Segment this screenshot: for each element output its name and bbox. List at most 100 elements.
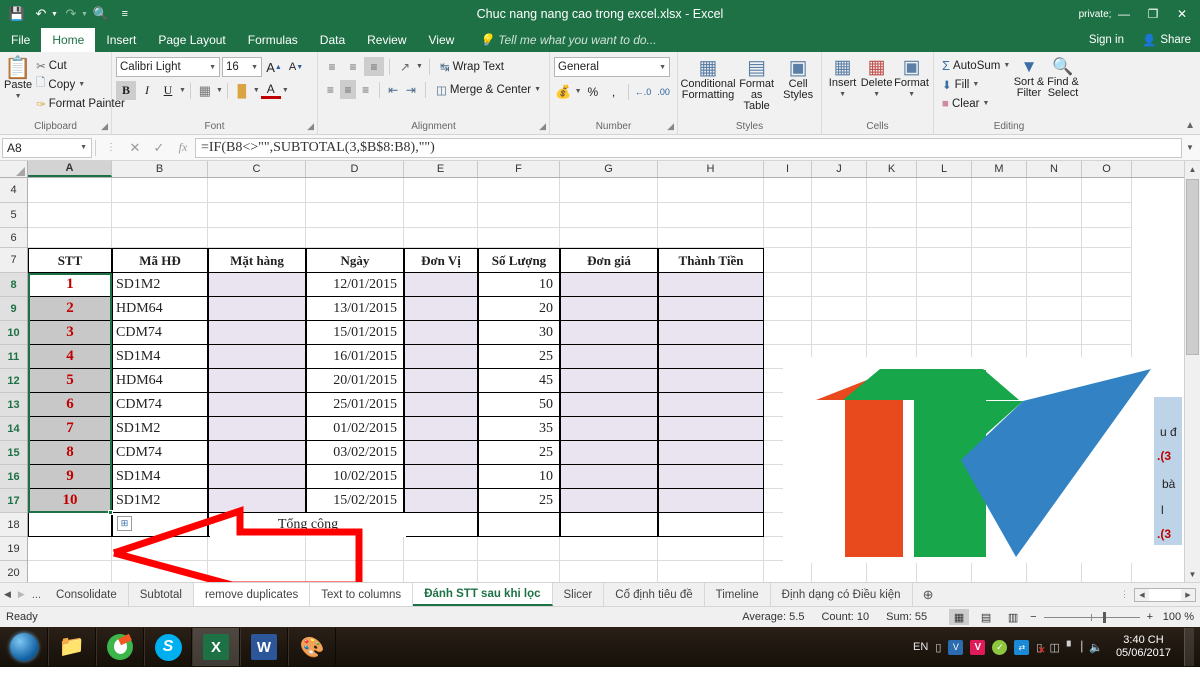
cell-J7[interactable] [812,248,867,273]
cell-G4[interactable] [560,178,658,203]
column-title-cell[interactable]: Đơn giá [560,248,658,273]
cell-N6[interactable] [1027,228,1082,248]
cell-L9[interactable] [917,297,972,321]
cell-D5[interactable] [306,203,404,228]
ribbon-display-options-icon[interactable]: private; [1079,1,1112,27]
cell-I4[interactable] [764,178,812,203]
insert-dropdown-icon[interactable]: ▼ [839,89,846,100]
zoom-level[interactable]: 100 % [1160,611,1194,623]
row-header-4[interactable]: 4 [0,178,27,203]
cell-G17[interactable] [560,489,658,513]
currency-icon[interactable]: 💰 [554,82,573,101]
cell-B15[interactable]: CDM74 [112,441,208,465]
cell-F14[interactable]: 35 [478,417,560,441]
cell-H6[interactable] [658,228,764,248]
cell-N9[interactable] [1027,297,1082,321]
cell-N5[interactable] [1027,203,1082,228]
restore-button[interactable]: ❐ [1139,1,1167,27]
cell-C14[interactable] [208,417,306,441]
column-title-cell[interactable]: STT [28,248,112,273]
column-title-cell[interactable]: Đơn Vị [404,248,478,273]
cell-H16[interactable] [658,465,764,489]
cell-C15[interactable] [208,441,306,465]
save-icon[interactable]: 💾 [6,3,28,25]
cell-G6[interactable] [560,228,658,248]
autosum-button[interactable]: Σ AutoSum ▼ [938,56,1012,75]
underline-button[interactable]: U [158,81,178,100]
row-header-7[interactable]: 7 [0,248,27,273]
format-cells-button[interactable]: ▣ Format ▼ [894,55,929,100]
cell-E16[interactable] [404,465,478,489]
decrease-indent-icon[interactable]: ⇤ [385,80,402,99]
cell-H10[interactable] [658,321,764,345]
fill-dropdown-icon[interactable]: ▼ [972,81,979,88]
cell-M10[interactable] [972,321,1027,345]
cell-M5[interactable] [972,203,1027,228]
cell-B11[interactable]: SD1M4 [112,345,208,369]
cell-J10[interactable] [812,321,867,345]
page-layout-view-icon[interactable]: ▤ [976,609,996,625]
column-header-J[interactable]: J [812,161,867,177]
sheet-next-icon[interactable]: ▶ [18,589,25,600]
cell-F9[interactable]: 20 [478,297,560,321]
show-desktop-button[interactable] [1184,628,1194,666]
zoom-slider[interactable] [1043,610,1140,624]
close-button[interactable]: ✕ [1168,1,1196,27]
cell-H9[interactable] [658,297,764,321]
cell-G14[interactable] [560,417,658,441]
cell-O20[interactable] [1082,561,1132,582]
cell-D11[interactable]: 16/01/2015 [306,345,404,369]
total-label-cell[interactable]: Tổng cộng [210,513,406,537]
cell-A10[interactable]: 3 [28,321,112,345]
cell-L10[interactable] [917,321,972,345]
cell-H14[interactable] [658,417,764,441]
cell-F4[interactable] [478,178,560,203]
teamviewer-icon[interactable]: ⇄ [1014,639,1030,655]
cell-A9[interactable]: 2 [28,297,112,321]
cell-F8[interactable]: 10 [478,273,560,297]
cell-A15[interactable]: 8 [28,441,112,465]
sheet-tab-co-dinh-tieu-de[interactable]: Cố định tiêu đề [604,583,705,606]
cell-M6[interactable] [972,228,1027,248]
row-header-17[interactable]: 17 [0,489,27,513]
cell-C9[interactable] [208,297,306,321]
antivirus-icon[interactable]: ✓ [992,639,1008,655]
align-top-icon[interactable]: ≡ [322,57,342,76]
cell-H15[interactable] [658,441,764,465]
cell-F13[interactable]: 50 [478,393,560,417]
cell-L20[interactable] [917,561,972,582]
delete-dropdown-icon[interactable]: ▼ [873,89,880,100]
cell-A11[interactable]: 4 [28,345,112,369]
cell-K7[interactable] [867,248,917,273]
decrease-font-size-icon[interactable]: A ▼ [286,58,306,77]
language-indicator[interactable]: EN [913,641,928,653]
normal-view-icon[interactable]: ▦ [949,609,970,625]
cell-K8[interactable] [867,273,917,297]
clear-dropdown-icon[interactable]: ▼ [982,100,989,107]
row-header-9[interactable]: 9 [0,297,27,321]
insert-function-icon[interactable]: fx [171,138,195,158]
insert-cells-button[interactable]: ▦ Insert ▼ [826,55,859,100]
select-all-corner[interactable] [0,161,28,177]
cell-O9[interactable] [1082,297,1132,321]
cell-E18[interactable] [404,513,478,537]
cell-C20[interactable] [208,561,306,582]
cell-D15[interactable]: 03/02/2015 [306,441,404,465]
cell-D19[interactable] [306,537,404,561]
cell-B20[interactable] [112,561,208,582]
cell-H18[interactable] [658,513,764,537]
cell-C5[interactable] [208,203,306,228]
cell-A18[interactable] [28,513,112,537]
tab-review[interactable]: Review [356,28,417,52]
cell-D10[interactable]: 15/01/2015 [306,321,404,345]
column-title-cell[interactable]: Ngày [306,248,404,273]
cell-L4[interactable] [917,178,972,203]
cell-F16[interactable]: 10 [478,465,560,489]
cell-D8[interactable]: 12/01/2015 [306,273,404,297]
sheet-tab-slicer[interactable]: Slicer [553,583,605,606]
fill-color-dropdown-icon[interactable]: ▼ [253,87,260,94]
cell-I6[interactable] [764,228,812,248]
cell-I10[interactable] [764,321,812,345]
borders-dropdown-icon[interactable]: ▼ [216,87,223,94]
clock[interactable]: 3:40 CH 05/06/2017 [1110,634,1177,660]
